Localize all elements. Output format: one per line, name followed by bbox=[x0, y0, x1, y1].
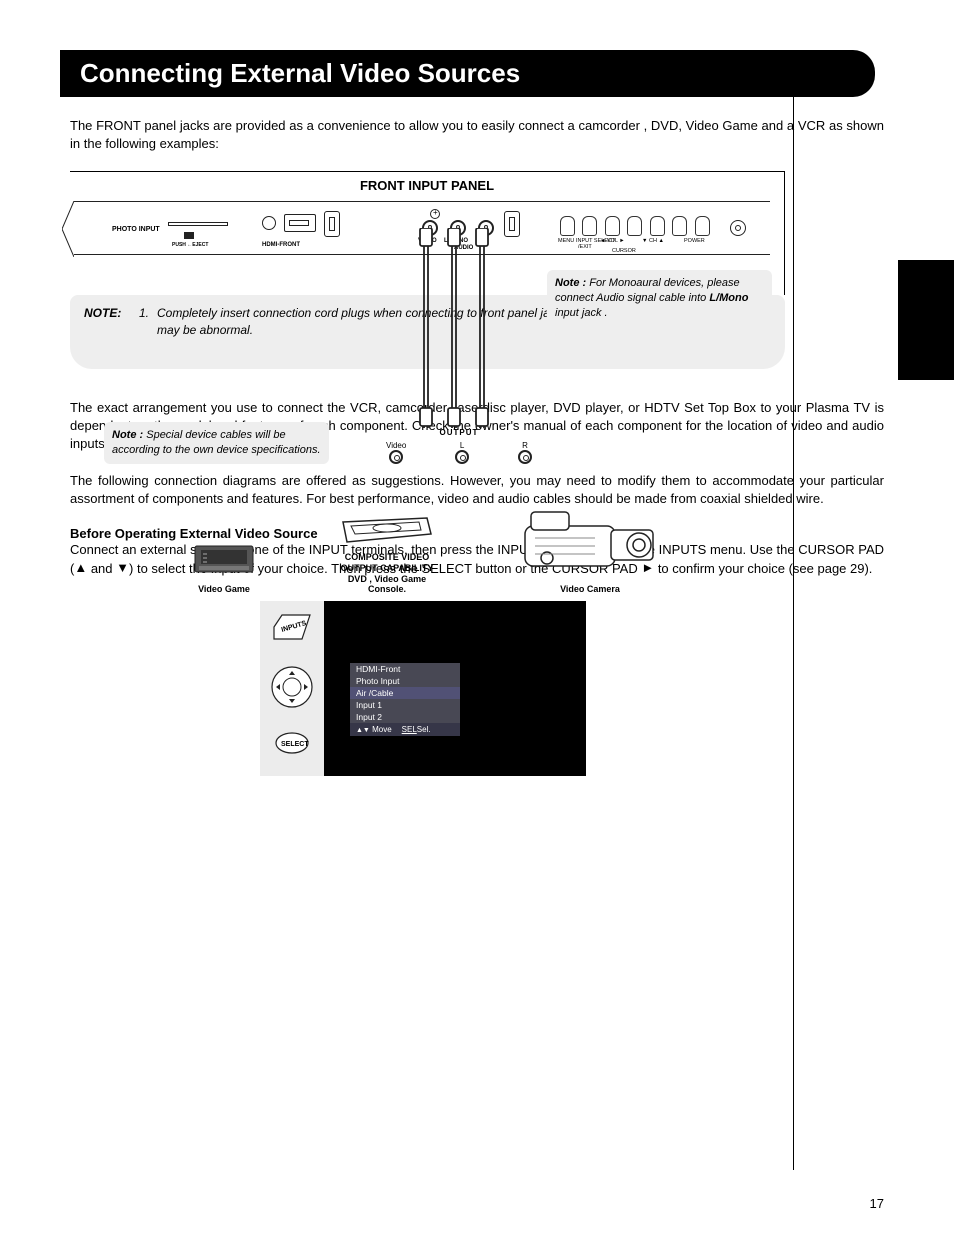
updown-icon: ▲▼ bbox=[356, 727, 370, 734]
dvd-line-2: DVD , Video Game bbox=[337, 574, 437, 585]
device-dvd: COMPOSITE VIDEO OUTPUT CAPABILITY DVD , … bbox=[337, 512, 437, 595]
ch-down-button-icon[interactable] bbox=[650, 216, 665, 236]
game-console-icon bbox=[189, 540, 259, 580]
section-title: Connecting External Video Sources bbox=[80, 58, 855, 89]
osd-item-aircable[interactable]: Air /Cable bbox=[350, 687, 460, 699]
device-game: Video Game bbox=[189, 540, 259, 595]
diagram-heading: FRONT INPUT PANEL bbox=[70, 172, 784, 201]
note-label: Note : bbox=[555, 277, 586, 289]
select-button-label: SELECT bbox=[281, 741, 309, 748]
note-label: Note : bbox=[112, 429, 143, 441]
menu-button-icon[interactable] bbox=[560, 216, 575, 236]
side-tab bbox=[898, 260, 954, 380]
output-r-jack-icon bbox=[518, 450, 532, 464]
output-video-jack-icon bbox=[389, 450, 403, 464]
osd-item-photo[interactable]: Photo Input bbox=[350, 675, 460, 687]
note-banner-label: NOTE: bbox=[84, 305, 139, 339]
inputs-button-icon[interactable]: INPUTS bbox=[272, 611, 312, 643]
note-monoaural: Note : For Monoaural devices, please con… bbox=[547, 270, 772, 327]
right-margin-rule bbox=[793, 60, 794, 1170]
note-cables: Note : Special device cables will be acc… bbox=[104, 422, 329, 464]
menu-button-label: MENU bbox=[558, 238, 574, 244]
section-header: Connecting External Video Sources bbox=[60, 50, 875, 97]
device-game-label: Video Game bbox=[189, 584, 259, 595]
up-arrow-icon: ▲ bbox=[74, 560, 87, 575]
right-arrow-icon: ► bbox=[641, 560, 654, 575]
input-select-button-icon[interactable] bbox=[582, 216, 597, 236]
device-row: Video Game COMPOSITE VIDEO OUTPUT CAPABI… bbox=[70, 502, 784, 595]
screen-row: INPUTS SELECT HDMI-Front Photo Input Air… bbox=[260, 601, 884, 776]
page-number: 17 bbox=[870, 1196, 884, 1211]
cursor-pad-icon[interactable] bbox=[270, 665, 314, 709]
output-l-jack-icon bbox=[455, 450, 469, 464]
ch-button-label: ▼ CH ▲ bbox=[642, 238, 664, 244]
photo-input-slot-icon bbox=[168, 222, 228, 226]
usb-port-icon bbox=[324, 211, 340, 237]
osd-sel-label: Sel. bbox=[417, 725, 431, 734]
osd-move-label: Move bbox=[372, 725, 392, 734]
output-l-label: L bbox=[455, 441, 469, 450]
vol-button-label: ◄ VOL ► bbox=[600, 238, 625, 244]
osd-footer: ▲▼ Move SELSel. bbox=[350, 723, 460, 736]
diagram-frame: FRONT INPUT PANEL PHOTO INPUT PUSH ←EJEC… bbox=[70, 171, 785, 295]
device-camera-label: Video Camera bbox=[515, 584, 665, 595]
down-arrow-icon: ▼ bbox=[116, 560, 129, 575]
select-button-icon[interactable]: SELECT bbox=[274, 731, 310, 755]
ch-up-button-icon[interactable] bbox=[672, 216, 687, 236]
note-jack: L/Mono bbox=[709, 292, 748, 304]
dvd-line-1: OUTPUT CAPABILITY bbox=[337, 563, 437, 574]
dvd-player-icon bbox=[337, 512, 437, 548]
osd-item-hdmi[interactable]: HDMI-Front bbox=[350, 663, 460, 675]
note-text: Special device cables will be according … bbox=[112, 429, 321, 456]
vol-down-button-icon[interactable] bbox=[605, 216, 620, 236]
vol-up-button-icon[interactable] bbox=[627, 216, 642, 236]
power-button-icon[interactable] bbox=[695, 216, 710, 236]
remote-column: INPUTS SELECT bbox=[260, 601, 324, 776]
output-video-label: Video bbox=[386, 441, 406, 450]
osd-screen: HDMI-Front Photo Input Air /Cable Input … bbox=[324, 601, 586, 776]
output-label: OUTPUT bbox=[374, 428, 544, 437]
photo-input-label: PHOTO INPUT bbox=[112, 226, 160, 233]
device-camera: Video Camera bbox=[515, 502, 665, 595]
intro-paragraph: The FRONT panel jacks are provided as a … bbox=[70, 117, 884, 153]
osd-menu: HDMI-Front Photo Input Air /Cable Input … bbox=[350, 663, 460, 736]
note-tail: input jack . bbox=[555, 307, 608, 319]
cursor-label: CURSOR bbox=[612, 248, 636, 254]
exit-button-label: /EXIT bbox=[578, 244, 592, 250]
hdmi-screw-icon bbox=[262, 216, 276, 230]
osd-item-input2[interactable]: Input 2 bbox=[350, 711, 460, 723]
power-button-label: POWER bbox=[684, 238, 705, 244]
hdmi-port-icon bbox=[284, 214, 316, 232]
output-jack-row: OUTPUT Video L R bbox=[374, 428, 544, 466]
output-r-label: R bbox=[518, 441, 532, 450]
power-led-icon bbox=[730, 220, 746, 236]
photo-eject-icon bbox=[184, 232, 194, 239]
screw-icon: + bbox=[430, 209, 440, 219]
push-eject-label: PUSH ←EJECT bbox=[172, 242, 208, 248]
dvd-line-3: Console. bbox=[337, 584, 437, 595]
dvd-line-0: COMPOSITE VIDEO bbox=[337, 552, 437, 563]
osd-item-input1[interactable]: Input 1 bbox=[350, 699, 460, 711]
note-banner-index: 1. bbox=[139, 305, 157, 339]
hdmi-front-label: HDMI-FRONT bbox=[262, 242, 300, 248]
